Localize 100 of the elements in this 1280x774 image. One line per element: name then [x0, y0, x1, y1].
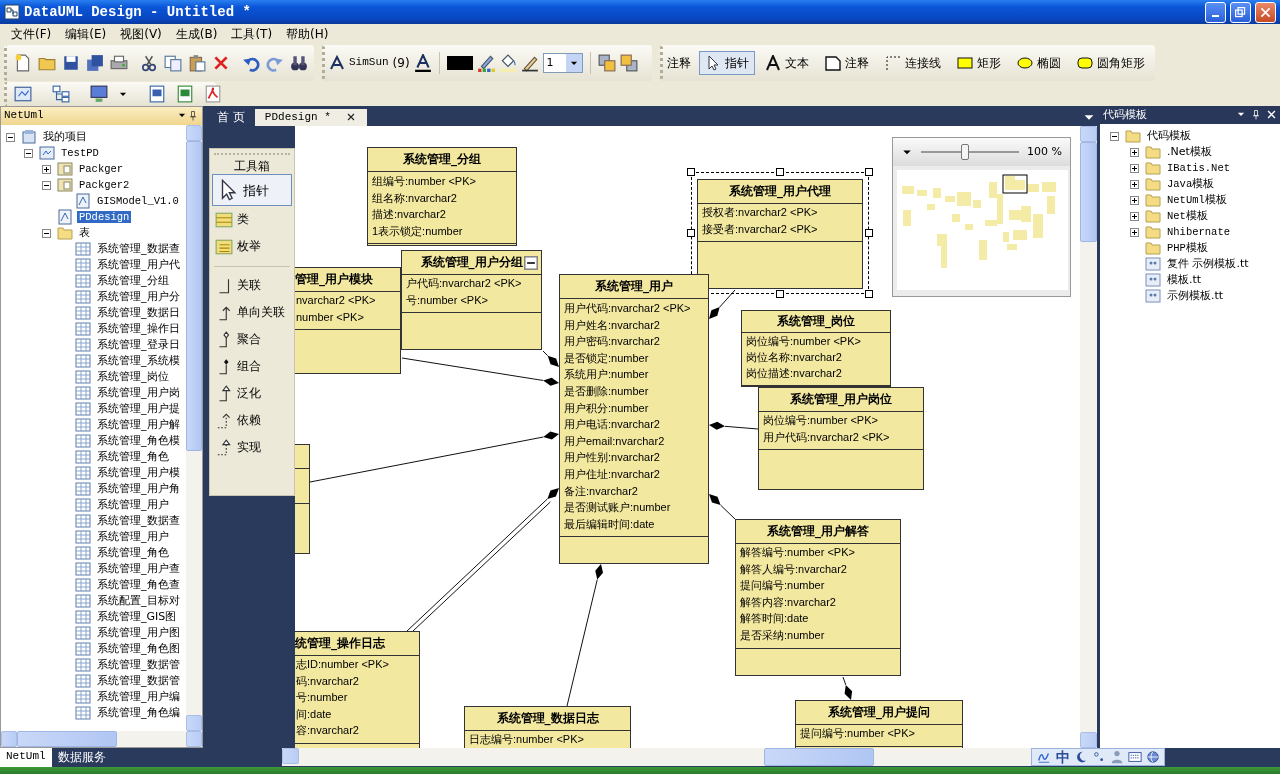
tree-item[interactable]: 系统管理_角色: [95, 546, 171, 560]
monitor-icon[interactable]: [90, 85, 108, 103]
ime-toolbar[interactable]: 中: [1031, 748, 1166, 766]
zoom-slider-thumb[interactable]: [961, 144, 970, 160]
tree-item[interactable]: PDdesign: [77, 210, 132, 224]
entity-box[interactable]: 系统管理_用户提问 提问编号:number <PK>: [795, 700, 963, 748]
tree-item[interactable]: 系统管理_数据日: [95, 306, 182, 320]
menu-item[interactable]: 帮助(H): [279, 24, 336, 44]
connector[interactable]: [309, 431, 559, 483]
tool-button[interactable]: 文本: [759, 51, 815, 75]
tree-item[interactable]: 系统管理_角色查: [95, 578, 182, 592]
tree-item[interactable]: 代码模板: [1145, 129, 1193, 143]
font-name[interactable]: SimSun: [349, 56, 389, 70]
expand-icon[interactable]: [1130, 211, 1139, 221]
tree-item[interactable]: 示例模板.tt: [1165, 289, 1226, 303]
toolbox-item[interactable]: 枚举: [212, 234, 292, 261]
collapse-icon[interactable]: [24, 148, 33, 158]
fill-icon[interactable]: [498, 54, 517, 72]
expand-icon[interactable]: [42, 164, 51, 174]
toolbox-item[interactable]: 类: [212, 207, 292, 234]
pencil-icon[interactable]: [520, 54, 539, 72]
tree-item[interactable]: Net模板: [1165, 209, 1210, 223]
tree-item[interactable]: 模板.tt: [1165, 273, 1204, 287]
entity-box[interactable]: 管理_用户模块 nvarchar2 <PK> number <PK>: [295, 267, 401, 374]
toolbox-item[interactable]: 单向关联: [212, 300, 292, 327]
tree-item[interactable]: 系统管理_用户提: [95, 402, 182, 416]
horizontal-scrollbar[interactable]: [281, 748, 1032, 766]
font-icon[interactable]: [329, 55, 345, 71]
expand-icon[interactable]: [1130, 163, 1139, 173]
copy-icon[interactable]: [164, 54, 182, 72]
tree-item[interactable]: 系统管理_数据管: [95, 674, 182, 688]
tree-item[interactable]: 系统配置_目标对: [95, 594, 182, 608]
tree-item[interactable]: 系统管理_角色图: [95, 642, 182, 656]
tree-item[interactable]: 系统管理_数据查: [95, 242, 182, 256]
tree-item[interactable]: Packger: [77, 162, 126, 176]
connector[interactable]: [401, 357, 559, 386]
vertical-scrollbar[interactable]: [186, 125, 202, 731]
collapse-icon[interactable]: [524, 256, 538, 270]
vertical-scrollbar[interactable]: [1080, 126, 1097, 748]
connector[interactable]: [709, 494, 736, 520]
connector[interactable]: [566, 564, 604, 707]
resize-handle[interactable]: [776, 168, 784, 176]
entity-box[interactable]: 系统管理_用户解答 解答编号:number <PK> 解答人编号:nvarchar2 提问编号:number 解答内容:nvarchar2 解答时间:date 是否采纳:number: [735, 519, 901, 676]
maximize-button[interactable]: [1230, 1, 1251, 23]
resize-handle[interactable]: [865, 168, 873, 176]
tree-item[interactable]: 系统管理_角色编: [95, 706, 182, 720]
connector[interactable]: [709, 421, 759, 430]
entity-box[interactable]: 系统管理_用户代理 授权者:nvarchar2 <PK> 接受者:nvarchar2 <PK>: [697, 179, 863, 289]
save-icon[interactable]: [62, 54, 80, 72]
hierarchy-icon[interactable]: [52, 85, 70, 103]
panel-tab[interactable]: NetUml: [0, 748, 52, 767]
word-doc-icon[interactable]: [148, 85, 166, 103]
tree-item[interactable]: IBatis.Net: [1165, 161, 1232, 175]
tool-button[interactable]: 指针: [699, 51, 755, 75]
entity-box[interactable]: 系统管理_分组 组编号:number <PK> 组名称:nvarchar2 描述:nvarchar2 1表示锁定:number: [367, 147, 517, 246]
entity-box[interactable]: [295, 444, 310, 554]
document-tab[interactable]: 首 页: [207, 107, 255, 126]
send-back-icon[interactable]: [619, 54, 638, 72]
tool-button[interactable]: 矩形: [951, 51, 1007, 75]
resize-handle[interactable]: [865, 290, 873, 298]
menu-item[interactable]: 文件(F): [4, 24, 59, 44]
minimize-button[interactable]: [1205, 1, 1226, 23]
resize-handle[interactable]: [865, 229, 873, 237]
close-button[interactable]: [1255, 1, 1276, 23]
tree-item[interactable]: .Net模板: [1165, 145, 1214, 159]
tree-item[interactable]: PHP模板: [1165, 241, 1210, 255]
paste-icon[interactable]: [188, 54, 206, 72]
tool-button[interactable]: 圆角矩形: [1071, 51, 1151, 75]
expand-icon[interactable]: [1130, 147, 1139, 157]
line-width-field[interactable]: 1: [542, 53, 583, 73]
tree-item[interactable]: NetUml模板: [1165, 193, 1229, 207]
toolbox-item[interactable]: 实现: [212, 435, 292, 462]
tree-item[interactable]: GISModel_V1.0: [95, 194, 181, 208]
toolbox-item[interactable]: 依赖: [212, 408, 292, 435]
tree-item[interactable]: 复件 示例模板.tt: [1165, 257, 1251, 271]
entity-box[interactable]: 系统管理_用户岗位 岗位编号:number <PK> 用户代码:nvarchar2 <PK>: [758, 387, 924, 490]
tree-item[interactable]: 系统管理_操作日: [95, 322, 182, 336]
font-size[interactable]: (9): [392, 55, 410, 71]
connector[interactable]: [542, 350, 559, 367]
tree-item[interactable]: 系统管理_用户查: [95, 562, 182, 576]
pin-icon[interactable]: [1250, 109, 1262, 121]
color-swatch[interactable]: [446, 56, 473, 70]
cut-icon[interactable]: [140, 54, 158, 72]
toolbox-item[interactable]: 组合: [212, 354, 292, 381]
menu-item[interactable]: 工具(T): [224, 24, 280, 44]
menu-item[interactable]: 视图(V): [113, 24, 169, 44]
tree-item[interactable]: 系统管理_用户图: [95, 626, 182, 640]
toolbox-item[interactable]: 指针: [212, 174, 292, 207]
tree-item[interactable]: 系统管理_用户: [95, 530, 171, 544]
new-file-icon[interactable]: [14, 54, 32, 72]
tree-item[interactable]: 系统管理_角色: [95, 450, 171, 464]
tree-item[interactable]: 系统管理_用户: [95, 498, 171, 512]
expand-icon[interactable]: [1130, 227, 1139, 237]
collapse-icon[interactable]: [42, 180, 51, 190]
resize-handle[interactable]: [687, 168, 695, 176]
tree-item[interactable]: 系统管理_GIS图: [95, 610, 179, 624]
tool-button[interactable]: 椭圆: [1011, 51, 1067, 75]
menu-item[interactable]: 编辑(E): [58, 24, 114, 44]
tree-item[interactable]: 表: [77, 226, 92, 240]
save-all-icon[interactable]: [86, 54, 104, 72]
